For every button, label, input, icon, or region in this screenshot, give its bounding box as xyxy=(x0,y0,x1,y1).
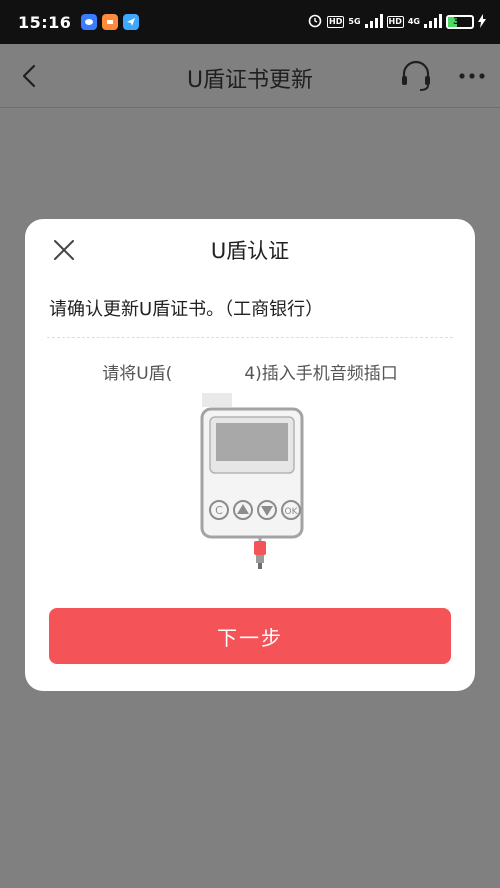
token-button-c: C xyxy=(215,504,223,517)
u-shield-auth-dialog: U盾认证 请确认更新U盾证书。（工商银行） 请将U盾( 4)插入手机音频插口 C … xyxy=(25,219,475,691)
network-4g-label: 4G xyxy=(407,17,420,26)
more-dots-icon xyxy=(459,73,485,79)
confirm-text: 请确认更新U盾证书。（工商银行） xyxy=(49,299,324,320)
customer-service-button[interactable] xyxy=(398,58,434,94)
hd-badge: HD xyxy=(327,16,345,28)
screen: 15:16 HD 5G HD 4G 39 U盾证书更新 U盾认证 请确认更新U盾… xyxy=(0,0,500,888)
headset-icon xyxy=(402,60,430,91)
chat-app-icon xyxy=(81,14,98,30)
battery-percent: 39 xyxy=(453,16,467,27)
header-bar: U盾证书更新 xyxy=(0,44,500,108)
next-step-button[interactable]: 下一步 xyxy=(49,608,451,664)
more-button[interactable] xyxy=(456,64,488,88)
hd-badge-2: HD xyxy=(386,16,404,28)
insert-instruction: 请将U盾( 4)插入手机音频插口 xyxy=(25,359,475,384)
redacted-serial xyxy=(172,365,245,383)
alarm-icon xyxy=(307,12,323,32)
network-5g-label: 5G xyxy=(348,17,361,26)
token-button-ok: OK xyxy=(285,507,299,517)
notification-icons xyxy=(81,14,140,30)
battery-icon: 39 xyxy=(446,15,474,29)
instruction-prefix: 请将U盾( xyxy=(102,364,173,384)
status-right: HD 5G HD 4G 39 xyxy=(307,12,486,32)
usb-token-icon: C OK xyxy=(200,393,304,569)
send-app-icon xyxy=(123,14,140,30)
dialog-title: U盾认证 xyxy=(210,239,290,263)
instruction-suffix: 4)插入手机音频插口 xyxy=(244,364,398,384)
charging-icon xyxy=(478,13,486,32)
news-app-icon xyxy=(102,14,119,30)
divider xyxy=(47,337,453,338)
signal-icon xyxy=(364,13,383,32)
status-bar: 15:16 HD 5G HD 4G 39 xyxy=(0,0,500,44)
status-time: 15:16 xyxy=(18,12,72,32)
signal-icon-2 xyxy=(424,13,442,32)
